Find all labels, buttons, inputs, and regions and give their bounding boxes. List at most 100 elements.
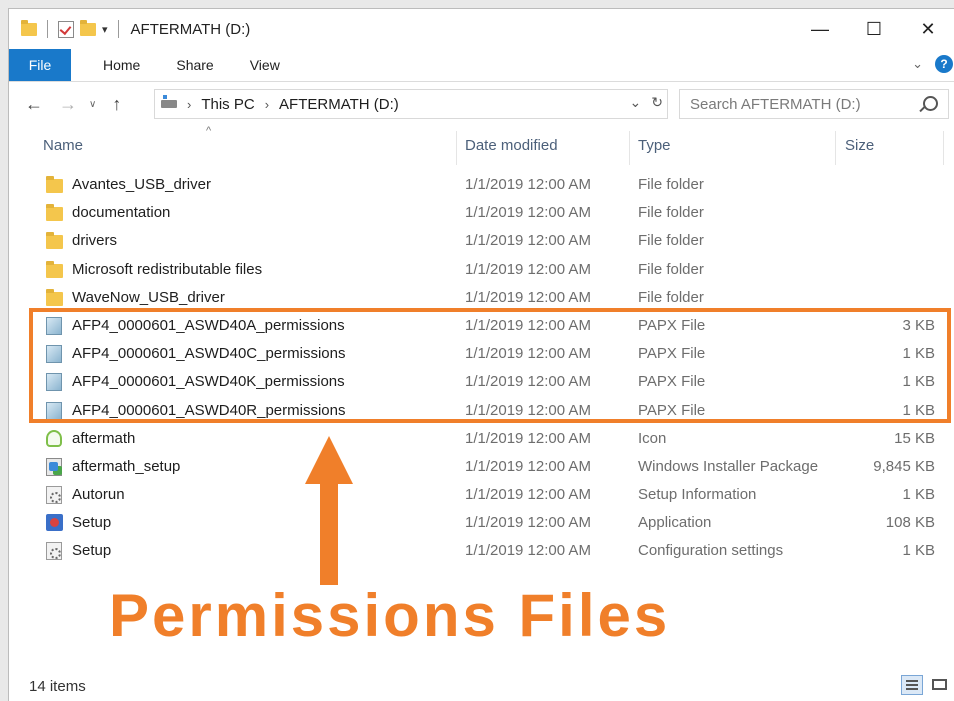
tab-file[interactable]: File [9, 49, 71, 81]
file-row[interactable]: documentation 1/1/2019 12:00 AM File folde… [9, 199, 954, 227]
file-name: Microsoft redistributable files [72, 260, 263, 278]
help-icon[interactable]: ? [935, 55, 953, 73]
address-actions: ⌄ ↻ [630, 94, 663, 111]
back-arrow-icon[interactable]: ← [25, 94, 43, 115]
file-name: aftermath [72, 429, 136, 447]
file-type: Windows Installer Package [638, 457, 819, 475]
file-row[interactable]: drivers 1/1/2019 12:00 AM File folder [9, 227, 954, 255]
recent-locations-icon[interactable]: ∨ [89, 99, 96, 110]
file-size: 9,845 KB [873, 457, 935, 475]
item-count: 14 items [29, 678, 86, 695]
file-name: Autorun [72, 486, 125, 504]
folder-icon [46, 204, 63, 222]
address-dropdown-icon[interactable]: ⌄ [630, 94, 642, 111]
breadcrumb-this-pc[interactable]: This PC [201, 96, 254, 113]
file-name: aftermath_setup [72, 457, 181, 475]
properties-icon[interactable] [58, 20, 74, 38]
config-settings-icon [46, 542, 62, 561]
arrow-shaft [320, 481, 338, 585]
file-row[interactable]: Microsoft redistributable files 1/1/2019 … [9, 256, 954, 284]
drive-icon [161, 95, 177, 108]
file-date-modified: 1/1/2019 12:00 AM [465, 288, 591, 306]
navigation-bar: ← → ∨ ↑ › This PC › AFTERMATH (D:) ⌄ ↻ S… [9, 89, 954, 119]
up-arrow-icon[interactable]: ↑ [112, 94, 121, 115]
file-date-modified: 1/1/2019 12:00 AM [465, 486, 591, 504]
file-date-modified: 1/1/2019 12:00 AM [465, 429, 591, 447]
breadcrumb-chevron-icon[interactable]: › [265, 97, 269, 112]
column-divider[interactable] [629, 131, 630, 165]
window-title: AFTERMATH (D:) [130, 20, 251, 38]
window-controls: — ☐ ✕ [793, 9, 954, 49]
aftermath-icon [46, 429, 62, 447]
file-date-modified: 1/1/2019 12:00 AM [465, 176, 591, 193]
customize-toolbar-dropdown[interactable]: ▾ [102, 23, 108, 36]
installer-icon [46, 457, 62, 476]
column-divider[interactable] [456, 131, 457, 165]
status-bar: 14 items [9, 671, 954, 701]
file-date-modified: 1/1/2019 12:00 AM [465, 514, 591, 532]
file-row[interactable]: aftermath 1/1/2019 12:00 AM Icon 15 KB [9, 425, 954, 453]
file-type: File folder [638, 204, 704, 222]
file-name: drivers [72, 232, 118, 250]
column-size[interactable]: Size [845, 137, 874, 154]
column-divider[interactable] [835, 131, 836, 165]
file-name: Setup [72, 514, 112, 532]
quick-access-toolbar: ▾ [21, 19, 123, 38]
file-date-modified: 1/1/2019 12:00 AM [465, 232, 591, 250]
application-icon [46, 514, 63, 532]
ribbon-right: ⌄ ? [912, 55, 953, 73]
sort-ascending-icon: ^ [206, 125, 212, 137]
tab-share[interactable]: Share [176, 57, 213, 73]
forward-arrow-icon[interactable]: → [59, 94, 77, 115]
file-row[interactable]: Setup 1/1/2019 12:00 AM Configuration sett… [9, 537, 954, 565]
annotation-label: Permissions Files [109, 582, 671, 649]
column-date-modified[interactable]: Date modified [465, 137, 558, 154]
breadcrumb-drive[interactable]: AFTERMATH (D:) [279, 96, 399, 113]
close-button[interactable]: ✕ [901, 9, 954, 49]
file-size: 108 KB [885, 514, 935, 532]
file-date-modified: 1/1/2019 12:00 AM [465, 260, 591, 278]
folder-icon[interactable] [21, 19, 37, 36]
file-name: WaveNow_USB_driver [72, 288, 225, 306]
file-type: Icon [638, 429, 667, 447]
file-date-modified: 1/1/2019 12:00 AM [465, 457, 591, 475]
file-row[interactable]: aftermath_setup 1/1/2019 12:00 AM Windows … [9, 453, 954, 481]
new-folder-icon[interactable] [80, 19, 96, 36]
file-type: Setup Information [638, 486, 757, 504]
column-name[interactable]: Name [43, 137, 83, 154]
expand-ribbon-icon[interactable]: ⌄ [912, 56, 923, 72]
file-name: documentation [72, 204, 171, 222]
file-date-modified: 1/1/2019 12:00 AM [465, 204, 591, 222]
file-size: 15 KB [894, 429, 935, 447]
file-type: File folder [638, 176, 704, 193]
file-size: 1 KB [902, 486, 935, 504]
details-view-icon[interactable] [901, 675, 923, 695]
file-row[interactable]: Avantes_USB_driver 1/1/2019 12:00 AM File … [9, 171, 954, 199]
breadcrumb-chevron-icon[interactable]: › [187, 97, 191, 112]
tab-home[interactable]: Home [103, 57, 140, 73]
explorer-window: ▾ AFTERMATH (D:) — ☐ ✕ File Home Share V… [8, 8, 954, 701]
file-row[interactable]: Setup 1/1/2019 12:00 AM Application 108 KB [9, 509, 954, 537]
minimize-button[interactable]: — [793, 9, 847, 49]
ribbon-tabs: File Home Share View ⌄ ? [9, 49, 954, 82]
divider [117, 20, 119, 38]
large-icons-view-icon[interactable] [929, 675, 951, 695]
address-bar[interactable]: › This PC › AFTERMATH (D:) ⌄ ↻ [154, 89, 668, 119]
column-divider[interactable] [943, 131, 944, 165]
column-type[interactable]: Type [638, 137, 671, 154]
file-type: Application [638, 514, 712, 532]
search-icon[interactable] [923, 96, 938, 111]
search-input[interactable]: Search AFTERMATH (D:) [679, 89, 949, 119]
permissions-highlight-box [29, 308, 951, 423]
folder-icon [46, 260, 63, 278]
file-type: File folder [638, 288, 704, 306]
folder-icon [46, 288, 63, 306]
file-row[interactable]: Autorun 1/1/2019 12:00 AM Setup Informatio… [9, 481, 954, 509]
maximize-button[interactable]: ☐ [847, 9, 901, 49]
refresh-icon[interactable]: ↻ [651, 94, 663, 111]
up-arrow-annotation-icon [305, 436, 353, 484]
tab-view[interactable]: View [250, 57, 280, 73]
file-type: Configuration settings [638, 542, 784, 560]
title-bar: ▾ AFTERMATH (D:) — ☐ ✕ [9, 9, 954, 49]
setup-info-icon [46, 486, 62, 505]
